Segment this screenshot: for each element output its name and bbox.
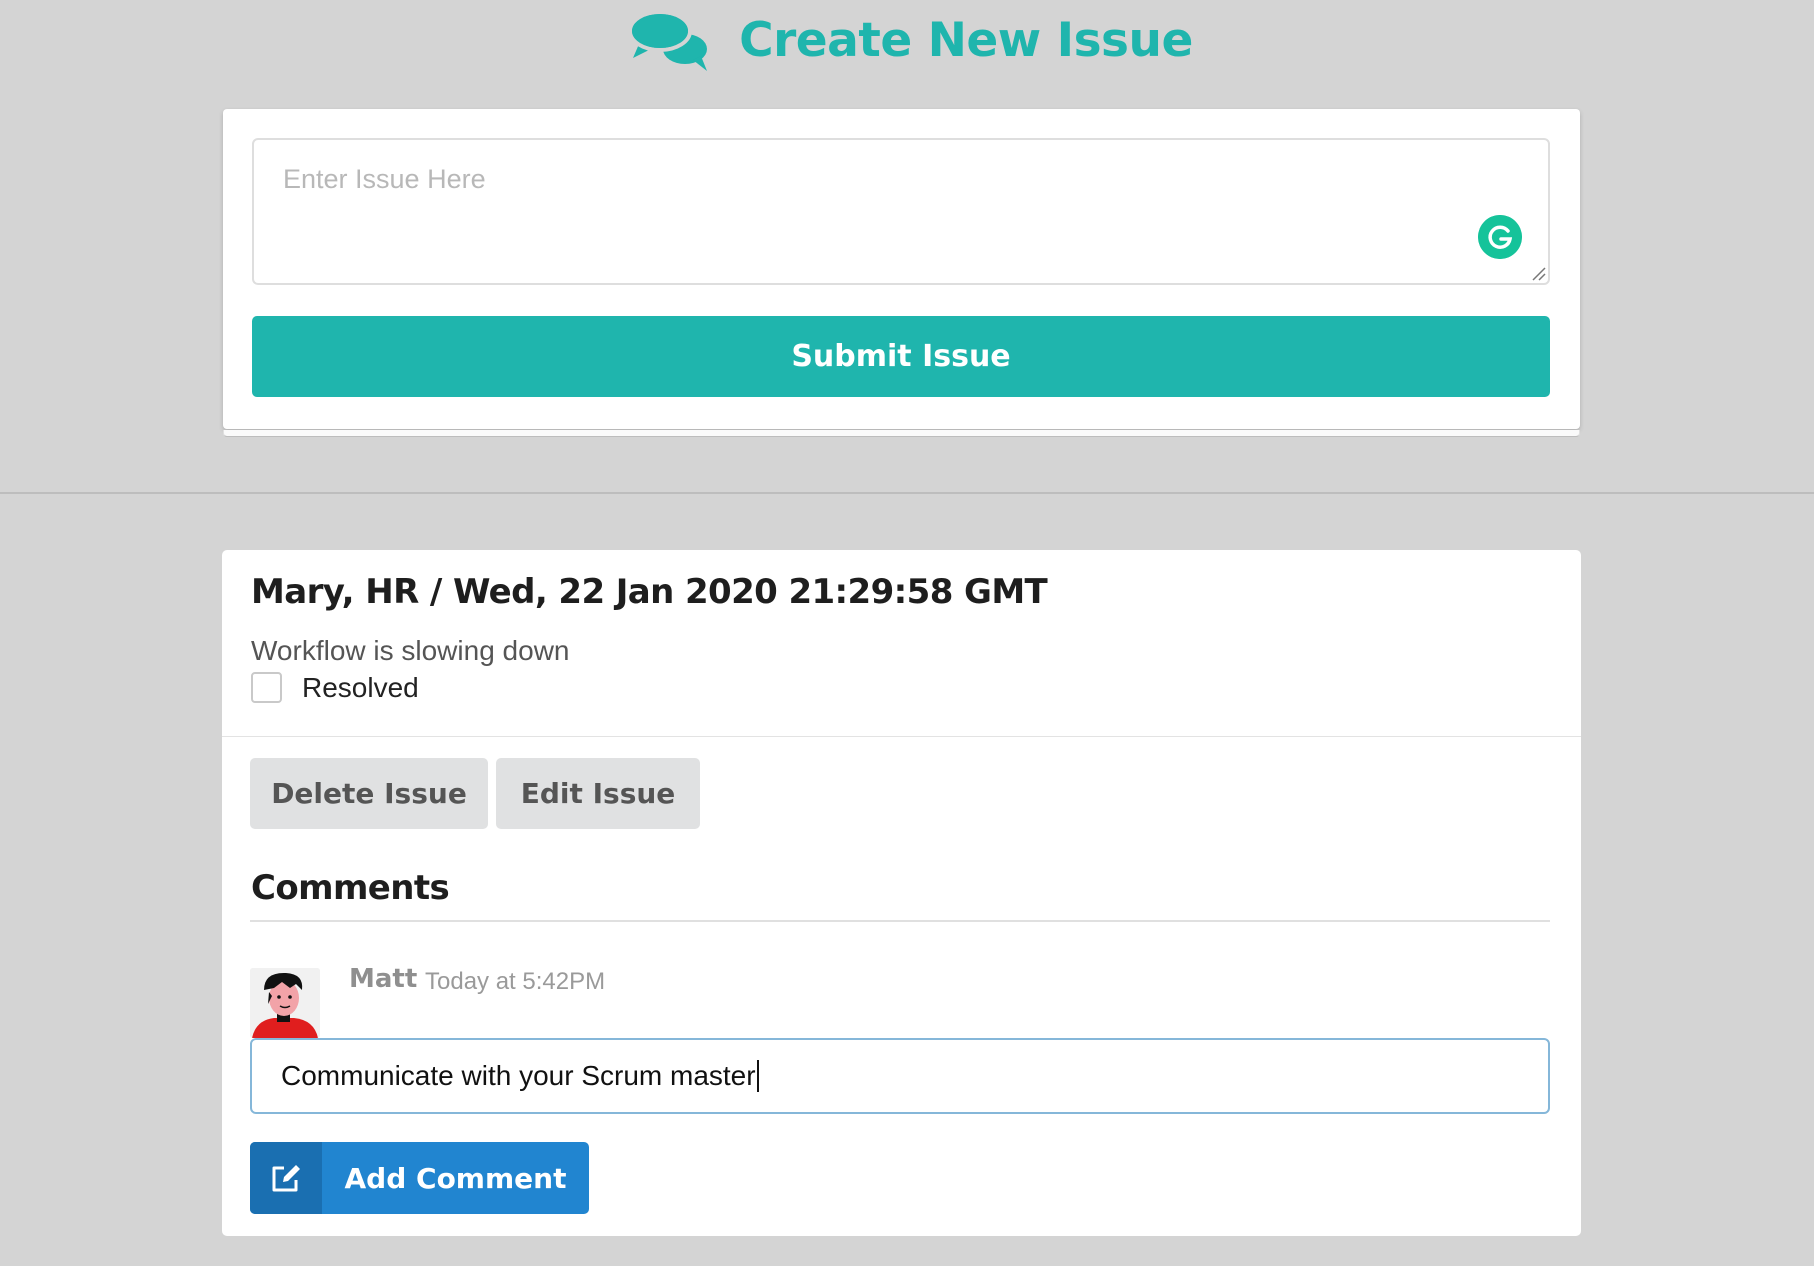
page-header: Create New Issue [0, 0, 1814, 80]
delete-issue-button[interactable]: Delete Issue [250, 758, 488, 829]
new-issue-card: Enter Issue Here Submit Issue [223, 109, 1580, 437]
resize-handle-icon[interactable] [1530, 265, 1546, 281]
section-divider [0, 492, 1814, 494]
add-comment-icon-box [250, 1142, 322, 1214]
resolved-label[interactable]: Resolved [302, 672, 419, 704]
issue-card: Mary, HR / Wed, 22 Jan 2020 21:29:58 GMT… [222, 550, 1581, 1236]
comment-timestamp: Today at 5:42PM [425, 968, 606, 995]
add-comment-label: Add Comment [344, 1161, 567, 1195]
grammarly-icon[interactable] [1478, 215, 1522, 259]
text-caret [756, 1060, 759, 1092]
comment-input[interactable]: Communicate with your Scrum master [250, 1038, 1550, 1114]
comment-author[interactable]: Matt [349, 964, 417, 994]
issue-description: Workflow is slowing down [251, 635, 570, 666]
avatar-illustration-icon [250, 968, 320, 1038]
card-separator [222, 736, 1581, 737]
add-comment-button[interactable]: Add Comment [250, 1142, 589, 1214]
comments-heading: Comments [251, 868, 450, 908]
issue-meta: Mary, HR / Wed, 22 Jan 2020 21:29:58 GMT [251, 572, 1048, 612]
edit-icon [272, 1165, 300, 1192]
edit-issue-button[interactable]: Edit Issue [496, 758, 700, 829]
resolved-checkbox[interactable] [251, 672, 282, 703]
submit-issue-button[interactable]: Submit Issue [252, 316, 1550, 397]
comment-input-value: Communicate with your Scrum master [281, 1060, 756, 1091]
page-title: Create New Issue [739, 12, 1193, 68]
chat-bubbles-icon [628, 10, 708, 71]
issue-placeholder: Enter Issue Here [283, 164, 486, 194]
comments-divider [250, 920, 1550, 922]
avatar [250, 968, 320, 1038]
issue-textarea[interactable]: Enter Issue Here [252, 138, 1550, 285]
